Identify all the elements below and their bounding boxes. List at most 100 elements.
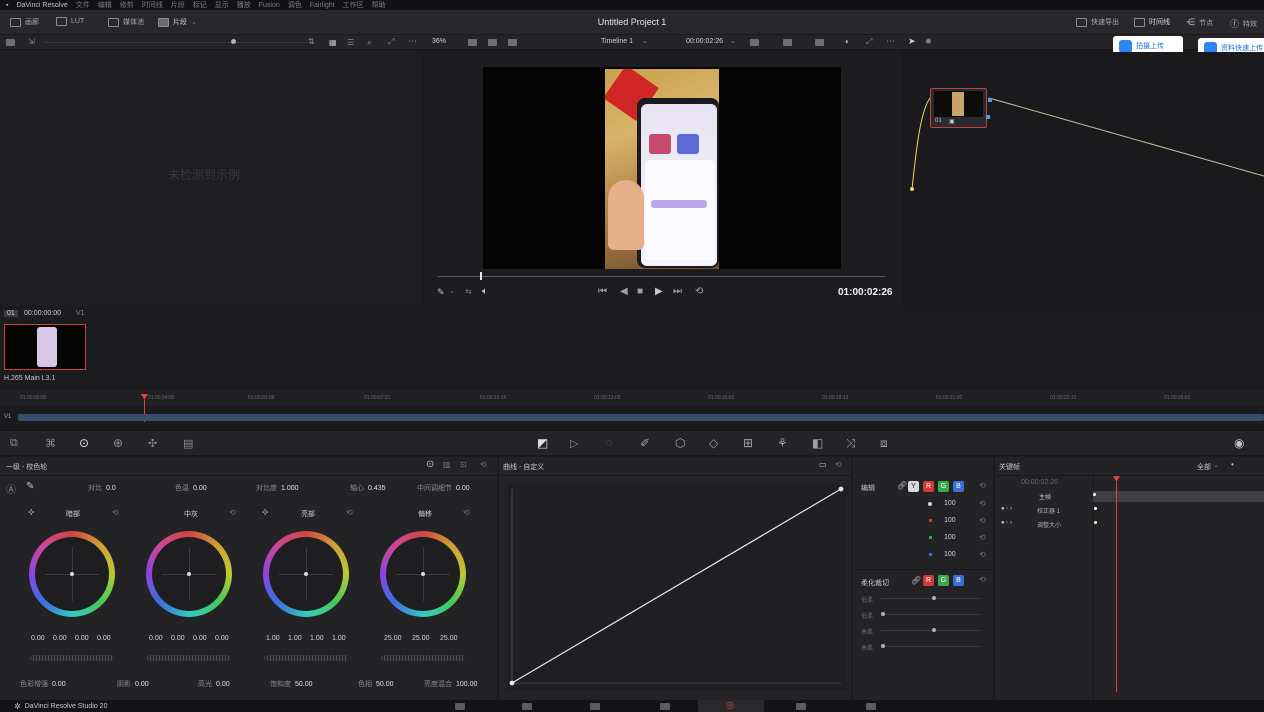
- lift-wheel[interactable]: [27, 529, 117, 619]
- channel-y-value[interactable]: 100: [944, 500, 956, 507]
- keyframe-dot[interactable]: [1094, 507, 1097, 510]
- media-page-icon[interactable]: [455, 703, 465, 710]
- soft-clip-r-button[interactable]: R: [923, 575, 934, 586]
- soft-param-slider[interactable]: [881, 614, 981, 615]
- param-hue[interactable]: 色相 50.00: [358, 679, 394, 689]
- soft-param-handle[interactable]: [932, 596, 936, 600]
- speaker-icon[interactable]: 🔈︎: [482, 286, 488, 297]
- offset-master-slider[interactable]: [381, 655, 465, 661]
- wipe-icon[interactable]: [508, 39, 517, 46]
- viewer-more-icon[interactable]: ⋯: [886, 36, 895, 47]
- menu-clip[interactable]: 片段: [171, 0, 185, 10]
- eyedropper-icon[interactable]: ✎: [437, 287, 445, 298]
- wheel-value[interactable]: 0.00: [31, 635, 45, 642]
- soft-clip-reset-icon[interactable]: ⟲: [979, 575, 986, 584]
- menu-view[interactable]: 显示: [215, 0, 229, 10]
- param-lum-mix[interactable]: 亮度混合 100.00: [424, 679, 477, 689]
- menu-help[interactable]: 帮助: [372, 0, 386, 10]
- tracker-icon[interactable]: ◇: [709, 436, 718, 450]
- wheel-value[interactable]: 1.00: [332, 635, 346, 642]
- keyframe-master-track[interactable]: [1093, 491, 1264, 502]
- param-value[interactable]: 0.435: [368, 485, 386, 492]
- param-value[interactable]: 0.00: [193, 485, 207, 492]
- key-icon[interactable]: ◧: [812, 436, 823, 450]
- loop-icon[interactable]: ⇆: [465, 287, 472, 296]
- param-highlights[interactable]: 高光 0.00: [198, 679, 230, 689]
- menu-timeline[interactable]: 时间线: [142, 0, 163, 10]
- menu-fairlight[interactable]: Fairlight: [310, 2, 335, 9]
- split-view-icon[interactable]: [488, 39, 497, 46]
- menu-workspace[interactable]: 工作区: [343, 0, 364, 10]
- node-editor[interactable]: 01 ▣: [902, 52, 1264, 305]
- channel-reset-icon[interactable]: ⟲: [979, 516, 986, 525]
- param-pivot[interactable]: 轴心 0.435: [350, 483, 386, 493]
- timeline-selector[interactable]: Timeline 1: [601, 38, 633, 45]
- filter-dropdown-icon[interactable]: ⌄: [1213, 461, 1219, 469]
- fusion-page-icon[interactable]: [660, 703, 670, 710]
- gamma-wheel[interactable]: [144, 529, 234, 619]
- deliver-page-icon[interactable]: [866, 703, 876, 710]
- viewer-playhead[interactable]: [480, 272, 482, 280]
- play-icon[interactable]: ▶: [655, 286, 663, 297]
- fairlight-page-icon[interactable]: [796, 703, 806, 710]
- color-wheels-icon[interactable]: ⊙: [79, 436, 89, 450]
- node-settings-icon[interactable]: ✺: [925, 37, 932, 46]
- node-output-dot[interactable]: [988, 98, 992, 102]
- edit-reset-icon[interactable]: ⟲: [979, 481, 986, 490]
- last-frame-icon[interactable]: ⏭: [673, 286, 682, 297]
- param-value[interactable]: 100.00: [456, 681, 477, 688]
- qualifier-off-icon[interactable]: ◌: [606, 437, 613, 449]
- sort-icon[interactable]: ⇲: [28, 37, 35, 46]
- qualifier-icon[interactable]: ✐: [640, 436, 650, 450]
- wheel-handle[interactable]: [187, 572, 191, 576]
- menu-color[interactable]: 调色: [288, 0, 302, 10]
- menu-edit[interactable]: 编辑: [98, 0, 112, 10]
- video-track[interactable]: [18, 414, 1264, 421]
- wheel-value[interactable]: 1.00: [266, 635, 280, 642]
- param-value[interactable]: 50.00: [376, 681, 394, 688]
- curve-graph[interactable]: [507, 485, 847, 690]
- menu-playback[interactable]: 播放: [237, 0, 251, 10]
- pointer-icon[interactable]: ➤: [908, 36, 916, 47]
- wheel-value[interactable]: 25.00: [440, 635, 458, 642]
- timeline-dropdown-icon[interactable]: ⌄: [642, 37, 648, 45]
- param-saturation[interactable]: 饱和度 50.00: [270, 679, 313, 689]
- soft-clip-link-icon[interactable]: 🔗︎: [911, 576, 921, 585]
- viewer-options-icon[interactable]: [750, 39, 759, 46]
- channel-g-button[interactable]: G: [938, 481, 949, 492]
- more-options-icon[interactable]: ⋯: [408, 36, 417, 47]
- highlight-icon[interactable]: ◐: [845, 37, 850, 46]
- mini-timeline-ruler[interactable]: 01:00:00:00 01:00:04:00 01:00:03:08 01:0…: [0, 390, 1264, 406]
- menu-trim[interactable]: 修剪: [120, 0, 134, 10]
- param-temp[interactable]: 对比 0.0: [88, 483, 116, 493]
- search-icon[interactable]: ⌕: [367, 37, 372, 48]
- keyframe-filter[interactable]: 全部: [1197, 462, 1211, 472]
- eyedropper-dropdown-icon[interactable]: ⌄: [449, 287, 455, 295]
- param-md[interactable]: 中间调细节 0.00: [417, 483, 470, 493]
- rgb-mixer-icon[interactable]: ✣: [148, 437, 157, 450]
- monitor-icon[interactable]: [783, 39, 792, 46]
- sort-order-icon[interactable]: ⇅: [308, 37, 315, 46]
- param-value[interactable]: 0.00: [216, 681, 230, 688]
- blur-icon[interactable]: ⚘: [777, 436, 788, 450]
- soft-param-slider[interactable]: [881, 646, 981, 647]
- param-value[interactable]: 0.0: [106, 485, 116, 492]
- auto-balance-icon[interactable]: Ⓐ: [6, 481, 16, 496]
- channel-b-value[interactable]: 100: [944, 551, 956, 558]
- menu-file[interactable]: 文件: [76, 0, 90, 10]
- param-tint[interactable]: 色温 0.00: [175, 483, 207, 493]
- channel-g-value[interactable]: 100: [944, 534, 956, 541]
- sizing-icon[interactable]: ⤨: [846, 436, 856, 451]
- soft-param-slider[interactable]: [881, 630, 981, 631]
- scopes-icon[interactable]: ◉: [1234, 436, 1244, 450]
- wheel-value[interactable]: 0.00: [149, 635, 163, 642]
- wheel-reset-icon[interactable]: ⟲: [112, 508, 119, 517]
- clip-thumbnail[interactable]: [4, 324, 86, 370]
- menu-mark[interactable]: 标记: [193, 0, 207, 10]
- list-view-icon[interactable]: ☰: [347, 38, 354, 47]
- wheel-reset-icon[interactable]: ⟲: [229, 508, 236, 517]
- panel-toggle-icon[interactable]: [6, 39, 15, 46]
- channel-r-value[interactable]: 100: [944, 517, 956, 524]
- curves-icon[interactable]: ◩: [537, 436, 548, 450]
- step-back-icon[interactable]: ◀: [620, 286, 628, 297]
